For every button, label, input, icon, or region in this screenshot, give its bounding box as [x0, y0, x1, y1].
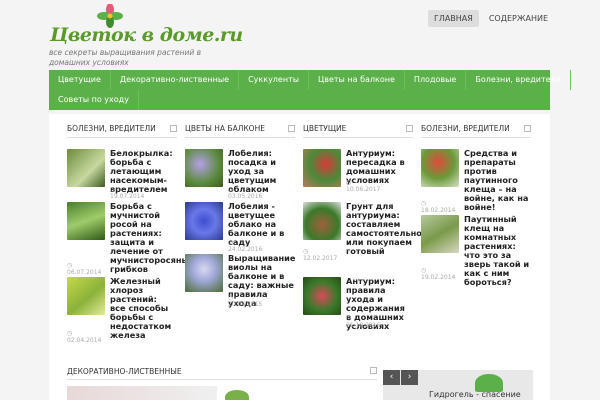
site-logo-text[interactable]: Цветок в доме.ru	[50, 24, 243, 46]
page: Цветок в доме.ru все секреты выращивания…	[0, 0, 600, 400]
post-thumbnail[interactable]	[303, 149, 341, 187]
featured-slider: ‹ › Гидрогель - спасение	[383, 370, 533, 400]
rss-icon[interactable]	[524, 125, 531, 132]
topnav-home-link[interactable]: ГЛАВНАЯ	[427, 10, 479, 27]
post-thumbnail[interactable]	[185, 202, 223, 240]
slider-prev-button[interactable]: ‹	[383, 370, 400, 385]
rss-icon[interactable]	[170, 125, 177, 132]
menu-item-decorative-leaf[interactable]: Декоративно-лиственные	[111, 70, 240, 90]
slider-caption[interactable]: Гидрогель - спасение	[429, 390, 521, 399]
slider-next-button[interactable]: ›	[401, 370, 418, 385]
post-title[interactable]: Борьба с мучнистой росой на растениях: з…	[110, 202, 194, 274]
post-thumbnail[interactable]	[421, 215, 459, 253]
post-thumbnail[interactable]	[303, 202, 341, 240]
section-header-decorative-leaf: ДЕКОРАТИВНО-ЛИСТВЕННЫЕ	[67, 367, 377, 380]
column-title[interactable]: БОЛЕЗНИ, ВРЕДИТЕЛИ	[67, 124, 156, 133]
menu-item-diseases-pests[interactable]: Болезни, вредители	[466, 70, 571, 90]
category-column: ЦВЕТЫ НА БАЛКОНЕ	[185, 124, 295, 138]
rss-icon[interactable]	[406, 125, 413, 132]
post-date: 03.05.2016	[228, 186, 262, 200]
post-title[interactable]: Грунт для антуриума: составляем самостоя…	[346, 202, 422, 256]
post-date: 20.04.2015	[228, 294, 262, 308]
column-header: ЦВЕТУЩИЕ	[303, 124, 413, 138]
post-thumbnail[interactable]	[67, 386, 217, 400]
post-thumbnail[interactable]	[303, 277, 341, 315]
category-column: БОЛЕЗНИ, ВРЕДИТЕЛИ	[67, 124, 177, 138]
post-date: 19.07.2014	[110, 186, 144, 200]
category-menu-row: Советы по уходу	[49, 90, 550, 110]
post-title[interactable]: Паутинный клещ на комнатных растениях: ч…	[464, 215, 532, 287]
rss-icon[interactable]	[370, 367, 377, 374]
category-menu-row: Цветущие Декоративно-лиственные Суккулен…	[49, 70, 571, 90]
post-date: 06.07.2014	[67, 262, 101, 276]
post-title[interactable]: Средства и препараты против паутинного к…	[464, 149, 532, 212]
column-header: БОЛЕЗНИ, ВРЕДИТЕЛИ	[67, 124, 177, 138]
site-tagline: все секреты выращивания растений в домаш…	[49, 48, 202, 67]
post-thumbnail[interactable]	[67, 149, 105, 187]
main-content: БОЛЕЗНИ, ВРЕДИТЕЛИ Белокрылка: борьба с …	[49, 114, 550, 400]
column-header: БОЛЕЗНИ, ВРЕДИТЕЛИ	[421, 124, 531, 138]
category-menu: Цветущие Декоративно-лиственные Суккулен…	[49, 70, 571, 110]
post-date: 02.04.2014	[67, 330, 101, 344]
post-title[interactable]: Железный хлороз растений: все способы бо…	[110, 277, 172, 340]
post-thumbnail[interactable]	[67, 277, 105, 315]
menu-item-flowering[interactable]: Цветущие	[49, 70, 111, 90]
post-date: 21.10.2016	[346, 315, 380, 329]
post-date: 10.06.2017	[346, 179, 380, 193]
post-thumbnail[interactable]	[421, 149, 459, 187]
section-title[interactable]: ДЕКОРАТИВНО-ЛИСТВЕННЫЕ	[67, 367, 182, 376]
site-header: Цветок в доме.ru все секреты выращивания…	[0, 0, 600, 70]
column-title[interactable]: ЦВЕТЫ НА БАЛКОНЕ	[185, 124, 265, 133]
menu-item-fruit[interactable]: Плодовые	[405, 70, 467, 90]
menu-item-care-tips[interactable]: Советы по уходу	[49, 90, 139, 110]
column-header: ЦВЕТЫ НА БАЛКОНЕ	[185, 124, 295, 138]
post-thumbnail[interactable]	[185, 149, 223, 187]
column-title[interactable]: БОЛЕЗНИ, ВРЕДИТЕЛИ	[421, 124, 510, 133]
rss-icon[interactable]	[288, 125, 295, 132]
column-title[interactable]: ЦВЕТУЩИЕ	[303, 124, 346, 133]
menu-item-succulents[interactable]: Суккуленты	[239, 70, 310, 90]
post-thumbnail[interactable]	[67, 202, 105, 240]
post-date: 19.02.2014	[421, 267, 455, 281]
post-date: 24.02.2016	[228, 239, 262, 253]
post-date: 12.02.2017	[303, 248, 337, 262]
post-thumbnail[interactable]	[185, 254, 223, 292]
menu-item-balcony-flowers[interactable]: Цветы на балконе	[309, 70, 405, 90]
top-navigation: ГЛАВНАЯ СОДЕРЖАНИЕ	[427, 10, 554, 27]
leaf-icon	[225, 390, 249, 400]
post-date: 18.02.2014	[421, 200, 455, 214]
category-column: БОЛЕЗНИ, ВРЕДИТЕЛИ	[421, 124, 531, 138]
topnav-contents-link[interactable]: СОДЕРЖАНИЕ	[483, 10, 554, 27]
category-column: ЦВЕТУЩИЕ	[303, 124, 413, 138]
